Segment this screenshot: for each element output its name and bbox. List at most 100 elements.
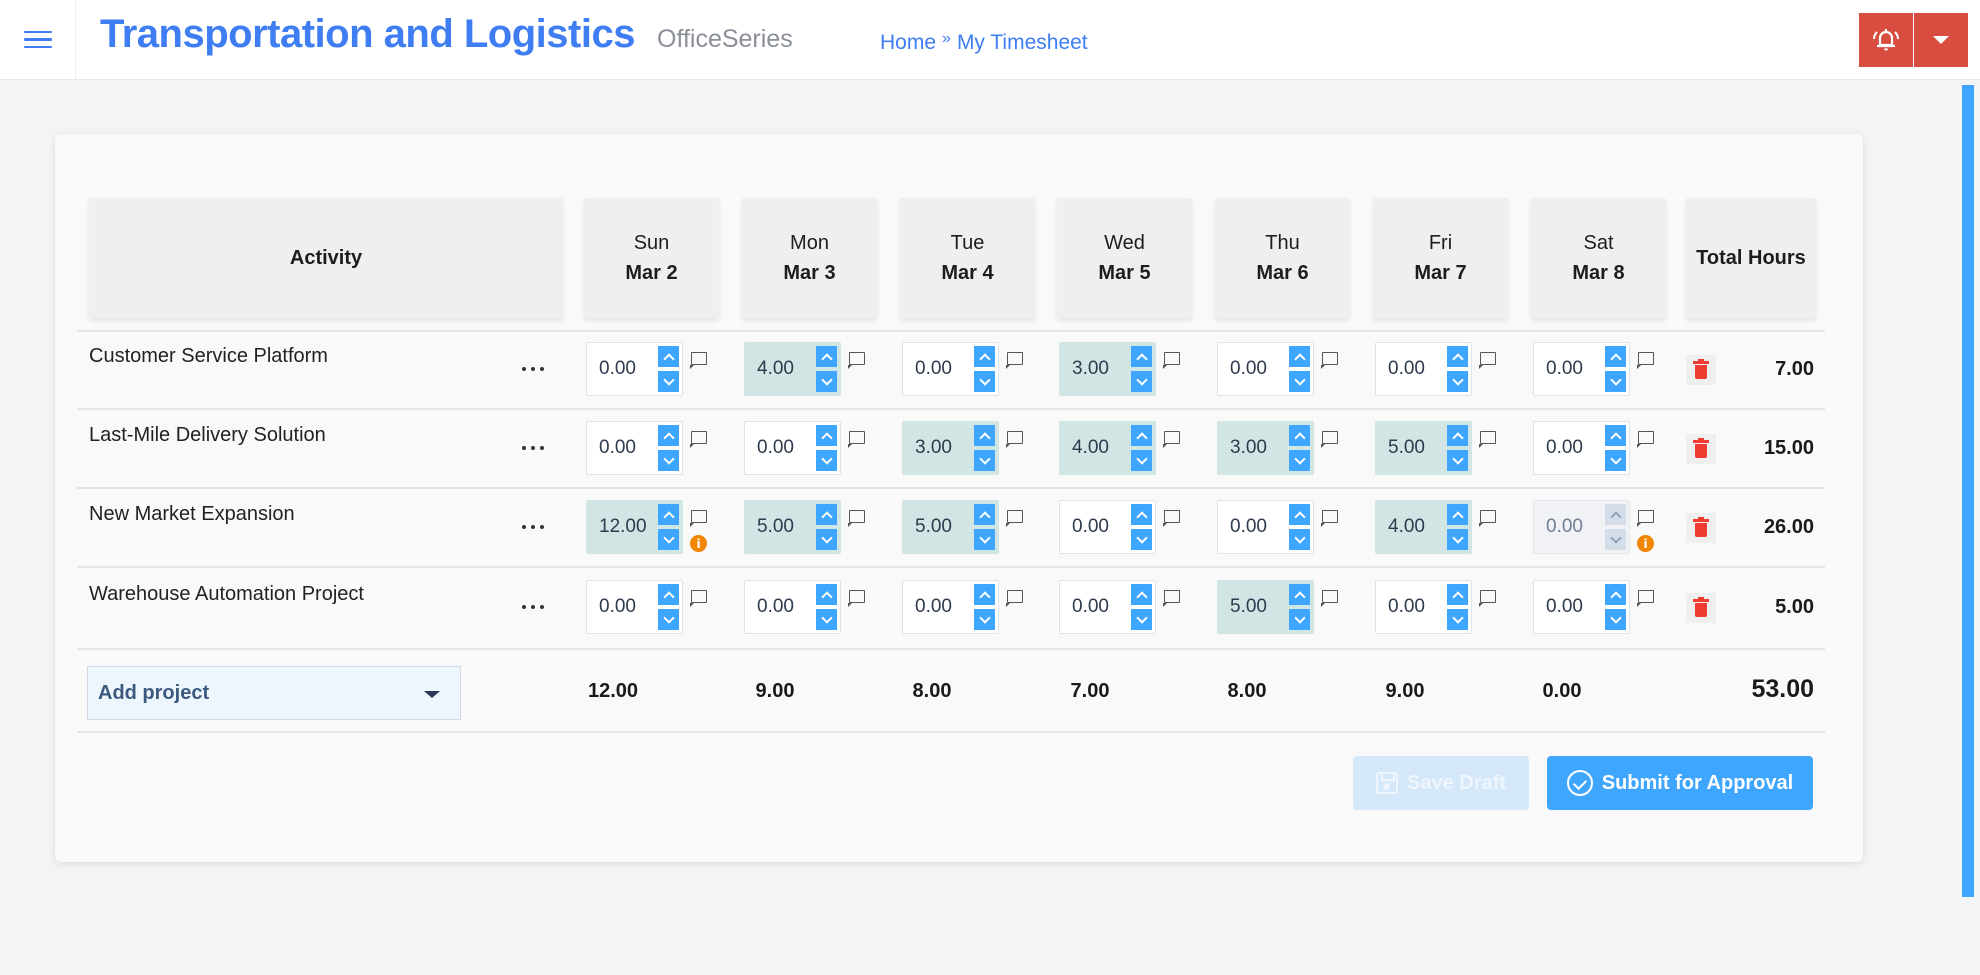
comment-icon[interactable] <box>1007 510 1023 523</box>
hours-field[interactable] <box>587 343 657 395</box>
hours-field[interactable] <box>1060 581 1130 633</box>
comment-icon[interactable] <box>1322 431 1338 444</box>
decrement-button[interactable] <box>816 529 837 550</box>
decrement-button[interactable] <box>1289 609 1310 630</box>
hours-input-tue[interactable] <box>902 500 999 554</box>
scrollbar-thumb[interactable] <box>1962 85 1974 897</box>
increment-button[interactable] <box>1289 504 1310 525</box>
comment-icon[interactable] <box>1480 510 1496 523</box>
hours-field[interactable] <box>745 343 815 395</box>
hours-field[interactable] <box>745 581 815 633</box>
decrement-button[interactable] <box>658 529 679 550</box>
hours-field[interactable] <box>903 422 973 474</box>
increment-button[interactable] <box>1605 425 1626 446</box>
decrement-button[interactable] <box>658 609 679 630</box>
hours-field[interactable] <box>1376 343 1446 395</box>
add-project-dropdown[interactable]: Add project <box>87 666 461 720</box>
decrement-button[interactable] <box>1447 371 1468 392</box>
increment-button[interactable] <box>816 584 837 605</box>
hours-input-thu[interactable] <box>1217 342 1314 396</box>
decrement-button[interactable] <box>1131 529 1152 550</box>
decrement-button[interactable] <box>1605 609 1626 630</box>
hours-input-mon[interactable] <box>744 500 841 554</box>
increment-button[interactable] <box>974 346 995 367</box>
hamburger-menu-button[interactable] <box>0 0 76 79</box>
increment-button[interactable] <box>658 584 679 605</box>
decrement-button[interactable] <box>1289 371 1310 392</box>
hours-field[interactable] <box>903 581 973 633</box>
comment-icon[interactable] <box>849 510 865 523</box>
increment-button[interactable] <box>658 346 679 367</box>
hours-field[interactable] <box>1060 343 1130 395</box>
decrement-button[interactable] <box>1289 450 1310 471</box>
hours-field[interactable] <box>745 422 815 474</box>
decrement-button[interactable] <box>1447 450 1468 471</box>
increment-button[interactable] <box>974 504 995 525</box>
breadcrumb-my-timesheet[interactable]: My Timesheet <box>957 31 1088 55</box>
increment-button[interactable] <box>1131 425 1152 446</box>
increment-button[interactable] <box>1131 584 1152 605</box>
comment-icon[interactable] <box>1007 431 1023 444</box>
increment-button[interactable] <box>658 504 679 525</box>
comment-icon[interactable] <box>849 431 865 444</box>
hours-input-sat[interactable] <box>1533 342 1630 396</box>
comment-icon[interactable] <box>1164 510 1180 523</box>
hours-input-fri[interactable] <box>1375 421 1472 475</box>
row-more-options-button[interactable] <box>515 515 551 539</box>
hours-field[interactable] <box>587 581 657 633</box>
hours-input-wed[interactable] <box>1059 421 1156 475</box>
hours-input-sun[interactable] <box>586 342 683 396</box>
hours-input-sun[interactable] <box>586 500 683 554</box>
hours-field[interactable] <box>1218 343 1288 395</box>
comment-icon[interactable] <box>1007 590 1023 603</box>
comment-icon[interactable] <box>691 352 707 365</box>
increment-button[interactable] <box>1289 584 1310 605</box>
comment-icon[interactable] <box>849 352 865 365</box>
comment-icon[interactable] <box>1480 352 1496 365</box>
notifications-button[interactable] <box>1859 13 1913 67</box>
comment-icon[interactable] <box>1164 590 1180 603</box>
hours-input-tue[interactable] <box>902 580 999 634</box>
hours-input-mon[interactable] <box>744 580 841 634</box>
comment-icon[interactable] <box>1638 352 1654 365</box>
hours-input-thu[interactable] <box>1217 580 1314 634</box>
comment-icon[interactable] <box>1480 431 1496 444</box>
hours-input-fri[interactable] <box>1375 580 1472 634</box>
row-more-options-button[interactable] <box>515 595 551 619</box>
decrement-button[interactable] <box>1447 529 1468 550</box>
comment-icon[interactable] <box>1638 431 1654 444</box>
delete-row-button[interactable] <box>1686 434 1716 464</box>
comment-icon[interactable] <box>1164 431 1180 444</box>
hours-input-sat[interactable] <box>1533 580 1630 634</box>
increment-button[interactable] <box>974 584 995 605</box>
save-draft-button[interactable]: Save Draft <box>1353 756 1529 810</box>
decrement-button[interactable] <box>974 529 995 550</box>
increment-button[interactable] <box>1447 584 1468 605</box>
delete-row-button[interactable] <box>1686 593 1716 623</box>
hours-field[interactable] <box>1376 581 1446 633</box>
comment-icon[interactable] <box>849 590 865 603</box>
decrement-button[interactable] <box>658 371 679 392</box>
hours-input-sat[interactable] <box>1533 421 1630 475</box>
comment-icon[interactable] <box>1007 352 1023 365</box>
comment-icon[interactable] <box>1638 510 1654 523</box>
increment-button[interactable] <box>1289 425 1310 446</box>
hours-field[interactable] <box>1060 422 1130 474</box>
increment-button[interactable] <box>816 425 837 446</box>
decrement-button[interactable] <box>974 609 995 630</box>
increment-button[interactable] <box>974 425 995 446</box>
delete-row-button[interactable] <box>1686 513 1716 543</box>
comment-icon[interactable] <box>691 431 707 444</box>
hours-field[interactable] <box>1376 422 1446 474</box>
increment-button[interactable] <box>1605 346 1626 367</box>
increment-button[interactable] <box>1131 504 1152 525</box>
delete-row-button[interactable] <box>1686 355 1716 385</box>
comment-icon[interactable] <box>691 510 707 523</box>
hours-field[interactable] <box>587 422 657 474</box>
hours-field[interactable] <box>1534 343 1604 395</box>
decrement-button[interactable] <box>1131 450 1152 471</box>
decrement-button[interactable] <box>974 371 995 392</box>
comment-icon[interactable] <box>1322 510 1338 523</box>
hours-input-wed[interactable] <box>1059 580 1156 634</box>
hours-field[interactable] <box>1060 501 1130 553</box>
